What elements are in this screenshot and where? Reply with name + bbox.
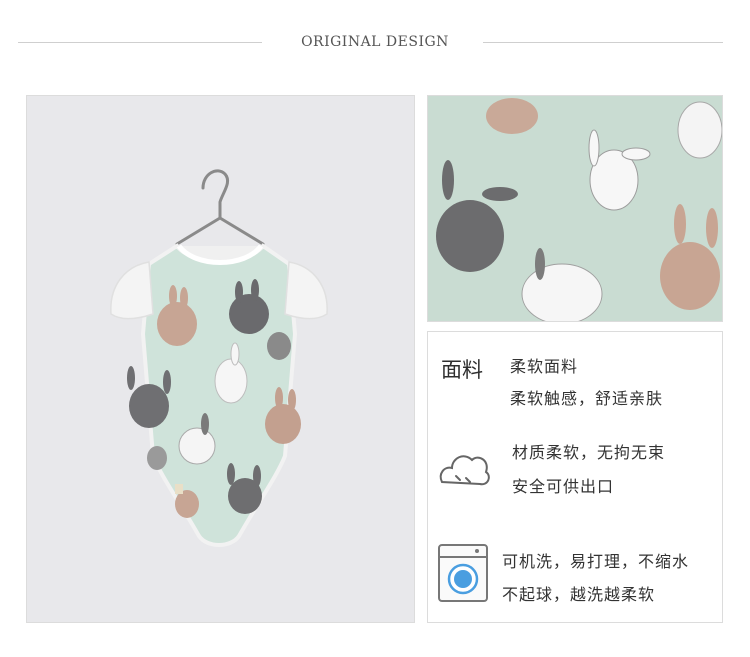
wash-line1: 可机洗，易打理，不缩水 bbox=[502, 552, 690, 571]
lace-sleeve-right bbox=[284, 261, 328, 320]
info-panel: 面料 柔软面料 柔软触感，舒适亲肤 材质柔软，无拘无束 安全可供出口 可机洗，易… bbox=[427, 331, 723, 623]
fabric-closeup bbox=[427, 95, 723, 322]
header-title: ORIGINAL DESIGN bbox=[301, 34, 449, 50]
clothing-tag bbox=[175, 484, 183, 494]
header-rule-left bbox=[18, 42, 262, 43]
washing-machine-icon bbox=[437, 543, 489, 607]
fabric-desc: 柔软触感，舒适亲肤 bbox=[510, 389, 664, 408]
lace-sleeve-left bbox=[110, 261, 154, 320]
wash-line2: 不起球，越洗越柔软 bbox=[502, 585, 656, 604]
product-photo bbox=[26, 95, 415, 623]
bunny-prints bbox=[436, 98, 722, 321]
header-rule-right bbox=[483, 42, 723, 43]
fabric-name: 柔软面料 bbox=[510, 357, 579, 376]
bodysuit-illustration bbox=[110, 169, 328, 547]
comfort-line1: 材质柔软，无拘无束 bbox=[512, 443, 666, 462]
hanger bbox=[175, 169, 265, 246]
fabric-pattern bbox=[436, 98, 722, 321]
cloud-icon bbox=[436, 444, 492, 498]
comfort-line2: 安全可供出口 bbox=[512, 477, 615, 496]
fabric-heading: 面料 bbox=[441, 358, 483, 382]
